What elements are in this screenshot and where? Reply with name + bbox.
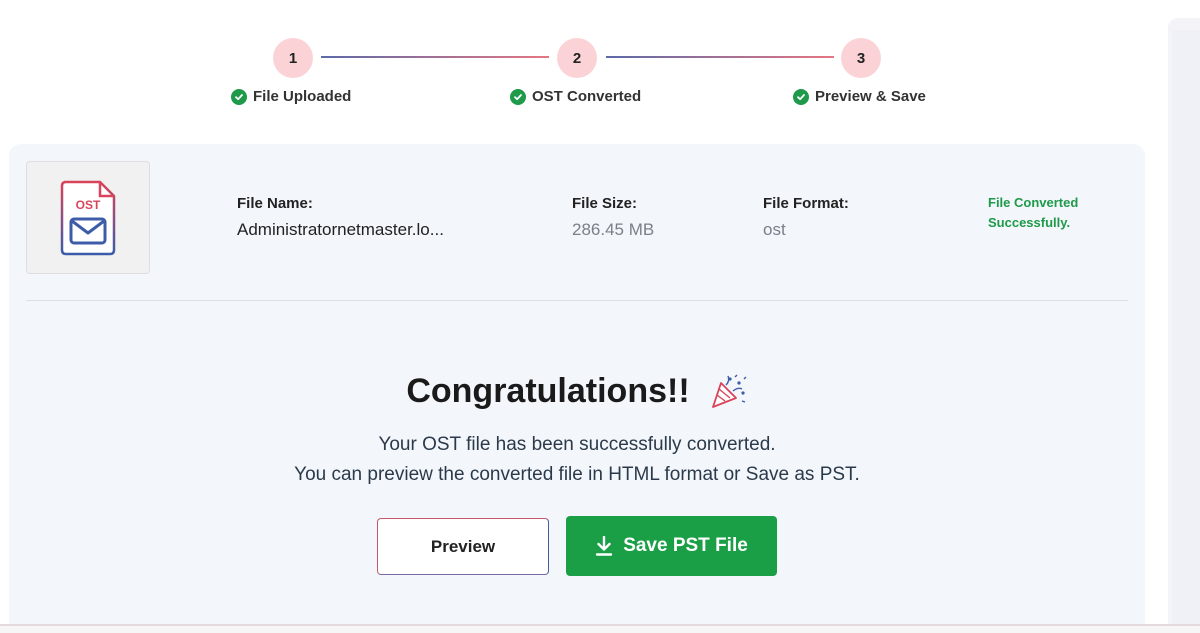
result-message-line-1: Your OST file has been successfully conv…	[378, 434, 776, 455]
congrats-heading-row: Congratulations!!	[0, 371, 1154, 411]
bottom-strip	[0, 626, 1200, 633]
step-1-circle: 1	[273, 38, 313, 78]
step-2-label: OST Converted	[510, 88, 641, 105]
step-2-number: 2	[572, 49, 582, 67]
ost-icon-text: OST	[76, 198, 101, 212]
preview-button[interactable]: Preview	[377, 518, 549, 575]
congrats-heading: Congratulations!!	[406, 371, 690, 410]
step-1-label: File Uploaded	[231, 88, 351, 105]
file-size-label: File Size:	[572, 195, 638, 212]
step-connector-2	[606, 56, 834, 58]
file-thumbnail: OST	[26, 161, 150, 274]
check-circle-icon	[231, 88, 247, 105]
file-name-value: Administratornetmaster.lo...	[237, 220, 444, 239]
step-1-text: File Uploaded	[253, 88, 352, 105]
step-2-circle: 2	[557, 38, 597, 78]
file-format-label: File Format:	[763, 195, 849, 212]
card-divider	[26, 300, 1128, 301]
save-pst-button[interactable]: Save PST File	[566, 516, 777, 576]
step-2-text: OST Converted	[532, 88, 642, 105]
file-format-value: ost	[763, 220, 786, 239]
file-size-value: 286.45 MB	[572, 220, 655, 239]
step-connector-1	[321, 56, 549, 58]
step-3-number: 3	[856, 49, 866, 67]
conversion-status: File Converted Successfully.	[988, 195, 1079, 230]
step-3-text: Preview & Save	[815, 88, 926, 105]
step-1-number: 1	[288, 49, 298, 67]
check-circle-icon	[793, 88, 809, 105]
party-popper-icon	[711, 374, 747, 408]
download-icon	[595, 536, 613, 556]
ost-file-icon: OST	[60, 180, 116, 255]
step-3-label: Preview & Save	[793, 88, 926, 105]
step-3-circle: 3	[841, 38, 881, 78]
check-circle-icon	[510, 88, 526, 105]
page: 1 2 3 File Uploaded OST Converted Previe…	[0, 0, 1200, 633]
preview-button-label: Preview	[430, 536, 496, 556]
side-panel-body	[1172, 30, 1200, 633]
result-message-line-2: You can preview the converted file in HT…	[294, 464, 860, 485]
save-pst-button-label: Save PST File	[623, 535, 748, 556]
file-name-label: File Name:	[237, 195, 313, 212]
